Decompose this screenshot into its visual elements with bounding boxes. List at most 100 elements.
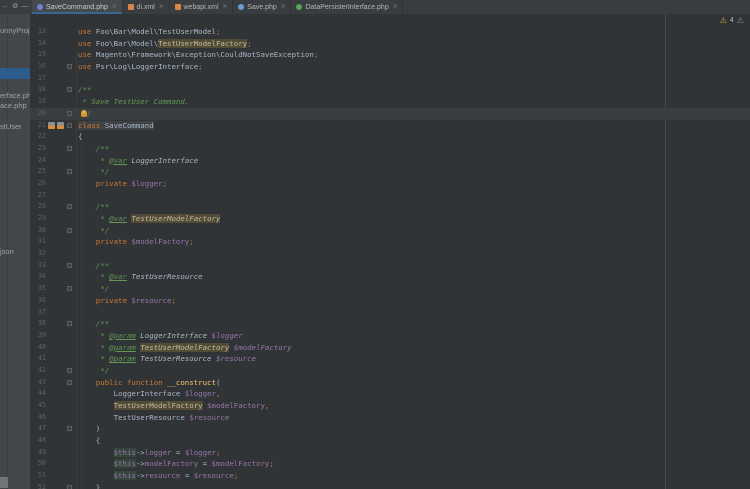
fold-marker-icon[interactable] [67,263,72,268]
close-icon[interactable]: × [281,3,286,11]
code-line-37[interactable]: 37 [30,307,750,319]
code-line-52[interactable]: 52 } [30,482,750,489]
code-text: * @param LoggerInterface $logger [78,330,243,342]
code-text: * @param TestUserResource $resource [78,353,256,365]
panel-corner-handle[interactable] [0,477,8,488]
code-line-21[interactable]: 21class SaveCommand [30,120,750,132]
code-text: * @var TestUserResource [78,271,203,283]
close-icon[interactable]: × [159,3,164,11]
code-line-16[interactable]: 16use Psr\Log\LoggerInterface; [30,61,750,73]
code-line-28[interactable]: 28 /** [30,201,750,213]
code-line-22[interactable]: 22{ [30,131,750,143]
code-text: */ [78,225,109,237]
code-text: */ [78,365,109,377]
class-gutter-icon[interactable] [48,122,55,129]
code-line-26[interactable]: 26 private $logger; [30,178,750,190]
inspections-widget[interactable]: ⚠ 4 ⚠ [720,16,744,25]
code-line-27[interactable]: 27 [30,190,750,202]
tab-di.xml[interactable]: di.xml× [123,0,170,14]
code-line-29[interactable]: 29 * @var TestUserModelFactory [30,213,750,225]
line-number: 40 [30,342,46,354]
fold-marker-icon[interactable] [67,111,72,116]
fold-marker-icon[interactable] [67,426,72,431]
code-line-38[interactable]: 38 /** [30,318,750,330]
code-line-19[interactable]: 19 * Save TestUser Command. [30,96,750,108]
fold-marker-icon[interactable] [67,228,72,233]
code-line-15[interactable]: 15use Magento\Framework\Exception\CouldN… [30,49,750,61]
fold-marker-icon[interactable] [67,204,72,209]
gear-icon[interactable]: ⚙ [12,0,18,14]
line-number: 29 [30,213,46,225]
code-line-30[interactable]: 30 */ [30,225,750,237]
code-line-31[interactable]: 31 private $modelFactory; [30,236,750,248]
code-line-32[interactable]: 32 [30,248,750,260]
code-editor[interactable]: 13use Foo\Bar\Model\TestUserModel;14use … [30,14,750,489]
intention-bulb-icon[interactable] [81,110,87,117]
fold-marker-icon[interactable] [67,380,72,385]
tab-label: SaveCommand.php [46,4,108,11]
code-line-48[interactable]: 48 { [30,435,750,447]
code-line-18[interactable]: 18/** [30,84,750,96]
close-icon[interactable]: × [393,3,398,11]
hide-panel-icon[interactable]: — [21,0,28,14]
tab-webapi.xml[interactable]: webapi.xml× [170,0,234,14]
fold-marker-icon[interactable] [67,485,72,489]
back-icon[interactable]: ← [2,0,9,14]
fold-marker-icon[interactable] [67,64,72,69]
line-number: 47 [30,423,46,435]
fold-marker-icon[interactable] [67,368,72,373]
line-number: 15 [30,49,46,61]
code-line-35[interactable]: 35 */ [30,283,750,295]
line-number: 45 [30,400,46,412]
code-text: private $modelFactory; [78,236,194,248]
tab-DataPersisterInterface.php[interactable]: DataPersisterInterface.php× [291,0,403,14]
code-text: /** [78,318,109,330]
code-line-49[interactable]: 49 $this->logger = $logger; [30,447,750,459]
tree-item[interactable]: unnyProject [0,25,30,36]
code-line-14[interactable]: 14use Foo\Bar\Model\TestUserModelFactory… [30,38,750,50]
code-line-25[interactable]: 25 */ [30,166,750,178]
code-line-24[interactable]: 24 * @var LoggerInterface [30,155,750,167]
fold-marker-icon[interactable] [67,123,72,128]
code-line-47[interactable]: 47 ) [30,423,750,435]
tab-SaveCommand.php[interactable]: SaveCommand.php × [32,0,123,14]
code-line-20[interactable]: 20 */ [30,108,750,120]
close-icon[interactable]: × [112,3,117,11]
tree-item[interactable]: json [0,246,14,257]
code-line-17[interactable]: 17 [30,73,750,85]
fold-marker-icon[interactable] [67,87,72,92]
code-line-13[interactable]: 13use Foo\Bar\Model\TestUserModel; [30,26,750,38]
line-number: 27 [30,190,46,202]
code-line-41[interactable]: 41 * @param TestUserResource $resource [30,353,750,365]
code-line-43[interactable]: 43 public function __construct( [30,377,750,389]
close-icon[interactable]: × [223,3,228,11]
fold-marker-icon[interactable] [67,146,72,151]
tree-item-selected[interactable] [0,68,30,79]
code-line-39[interactable]: 39 * @param LoggerInterface $logger [30,330,750,342]
code-line-23[interactable]: 23 /** [30,143,750,155]
code-line-33[interactable]: 33 /** [30,260,750,272]
fold-marker-icon[interactable] [67,169,72,174]
line-number: 46 [30,412,46,424]
code-line-46[interactable]: 46 TestUserResource $resource [30,412,750,424]
code-line-44[interactable]: 44 LoggerInterface $logger, [30,388,750,400]
code-line-40[interactable]: 40 * @param TestUserModelFactory $modelF… [30,342,750,354]
code-line-51[interactable]: 51 $this->resource = $resource; [30,470,750,482]
tree-item[interactable]: ace.php [0,100,27,111]
class-gutter-icon[interactable] [57,122,64,129]
line-number: 25 [30,166,46,178]
code-line-42[interactable]: 42 */ [30,365,750,377]
fold-marker-icon[interactable] [67,321,72,326]
tab-Save.php[interactable]: Save.php× [233,0,291,14]
project-panel[interactable]: unnyProjecterface.phpace.phpstUserjson [0,14,30,489]
line-number: 33 [30,260,46,272]
code-line-34[interactable]: 34 * @var TestUserResource [30,271,750,283]
fold-marker-icon[interactable] [67,286,72,291]
code-line-36[interactable]: 36 private $resource; [30,295,750,307]
line-number: 51 [30,470,46,482]
code-line-50[interactable]: 50 $this->modelFactory = $modelFactory; [30,458,750,470]
tree-item[interactable]: stUser [0,121,22,132]
tabs-container: SaveCommand.php×di.xml×webapi.xml×Save.p… [32,0,403,14]
code-line-45[interactable]: 45 TestUserModelFactory $modelFactory, [30,400,750,412]
code-text: TestUserResource $resource [78,412,229,424]
